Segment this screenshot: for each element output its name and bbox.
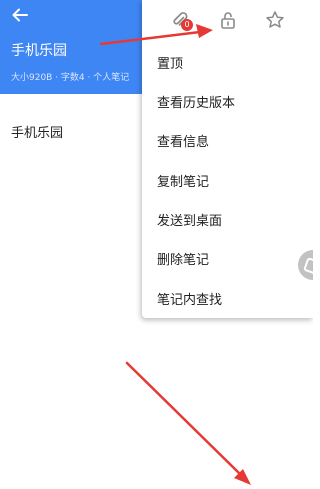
unlock-icon — [221, 12, 235, 29]
back-button[interactable] — [9, 4, 31, 26]
menu-icon-row: 0 — [142, 0, 313, 40]
menu-item-send-to-desktop[interactable]: 发送到桌面 — [142, 199, 313, 239]
menu-item-view-history[interactable]: 查看历史版本 — [142, 81, 313, 121]
attachment-button[interactable]: 0 — [166, 6, 194, 34]
favorite-button[interactable] — [261, 6, 289, 34]
more-options-menu: 0 置顶 查看历史版本 查看信息 复制笔记 发送到桌面 删除笔记 笔记内查找 — [142, 0, 313, 318]
back-arrow-icon — [12, 8, 28, 22]
note-meta-info: 大小920B · 字数4 · 个人笔记 — [11, 73, 130, 83]
lock-button[interactable] — [214, 6, 242, 34]
note-body-text[interactable]: 手机乐园 — [11, 122, 63, 141]
menu-item-delete-note[interactable]: 删除笔记 — [142, 238, 313, 278]
note-title: 手机乐园 — [11, 43, 67, 59]
star-icon — [266, 11, 284, 28]
menu-item-view-info[interactable]: 查看信息 — [142, 120, 313, 160]
menu-item-find-in-note[interactable]: 笔记内查找 — [142, 278, 313, 318]
menu-item-pin-to-top[interactable]: 置顶 — [142, 42, 313, 82]
attachment-count-badge: 0 — [181, 19, 193, 31]
red-arrow-bottom — [125, 361, 251, 485]
note-screen: 手机乐园 大小920B · 字数4 · 个人笔记 手机乐园 0 置顶 查看历史版… — [0, 0, 313, 489]
menu-item-copy-note[interactable]: 复制笔记 — [142, 160, 313, 200]
